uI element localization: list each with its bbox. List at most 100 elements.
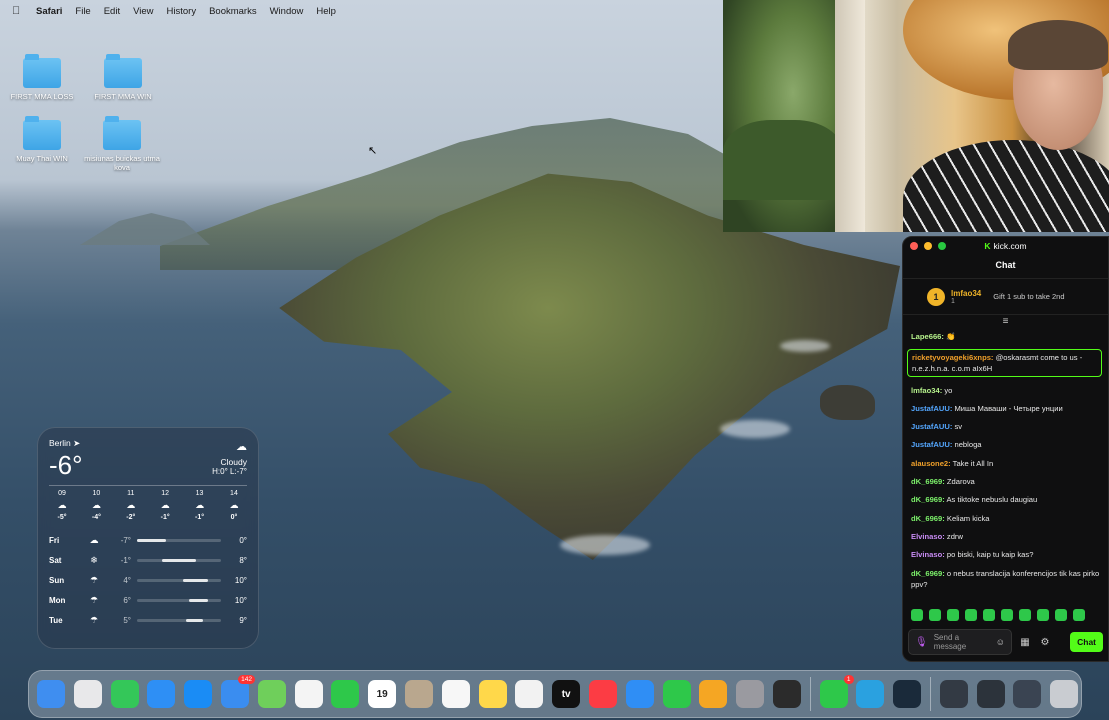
day-high: 0°: [239, 536, 247, 546]
messages-icon[interactable]: [110, 680, 139, 708]
whatsapp-icon[interactable]: 1: [819, 675, 854, 708]
apple-tv-icon[interactable]: tv: [552, 680, 581, 708]
safari-icon[interactable]: [147, 680, 176, 708]
finder-icon[interactable]: [37, 680, 65, 708]
system-settings-icon[interactable]: [736, 680, 765, 708]
temp-range-bar: [137, 559, 221, 563]
emote-icon[interactable]: [1055, 609, 1067, 621]
emote-icon[interactable]: [911, 609, 923, 621]
chat-message: dK_6969: Zdarova: [911, 476, 1100, 487]
desktop-folder[interactable]: misiunas buickas utma kova: [81, 116, 163, 172]
contacts-icon[interactable]: [404, 680, 433, 708]
apple-menu-icon[interactable]: : [12, 5, 24, 17]
chat-text: Keliam kicka: [946, 513, 990, 523]
numbers-icon[interactable]: [662, 680, 691, 708]
maps-icon[interactable]: [257, 680, 286, 708]
menu-help[interactable]: Help: [316, 6, 336, 17]
mail-icon[interactable]: 142: [220, 675, 255, 708]
day-low: 4°: [123, 575, 131, 585]
folder-icon: [23, 54, 61, 88]
menu-app-name[interactable]: Safari: [36, 6, 62, 17]
gift-leaderboard[interactable]: 1 lmfao34 1 Gift 1 sub to take 2nd: [903, 279, 1108, 315]
cloud-icon: ☁: [57, 500, 67, 510]
facetime-icon[interactable]: [331, 680, 360, 708]
gift-store-icon[interactable]: ▦: [1018, 637, 1032, 648]
chat-username[interactable]: Lape666:: [911, 332, 944, 341]
chat-username[interactable]: Elvinaso:: [911, 532, 945, 541]
chat-text: nebloga: [954, 440, 982, 450]
hour-temp: -4°: [91, 514, 101, 521]
microphone-icon[interactable]: 🎙: [915, 637, 928, 648]
launchpad-icon[interactable]: [73, 680, 102, 708]
chat-username[interactable]: Elvinaso:: [911, 550, 945, 559]
menu-bookmarks[interactable]: Bookmarks: [209, 6, 257, 17]
notes-icon[interactable]: [478, 680, 507, 708]
chat-username[interactable]: JustafAUU:: [911, 404, 952, 413]
chat-username[interactable]: dK_6969:: [911, 569, 945, 578]
desktop-folder[interactable]: FIRST MMA WIN: [83, 54, 163, 101]
chat-text: Take it All In: [952, 458, 994, 468]
emote-icon[interactable]: [1019, 609, 1031, 621]
chat-messages: Lape666: 👏 ricketyvoyageki6xnps: @oskaras…: [903, 329, 1108, 599]
folder-label: FIRST MMA LOSS: [10, 92, 74, 101]
menu-edit[interactable]: Edit: [104, 6, 120, 17]
wallpaper-surf: [560, 535, 650, 555]
cloud-icon: ☁: [195, 500, 205, 510]
weather-widget[interactable]: Berlin ➤ -6° ☁ Cloudy H:0° L:-7° 09 ☁ -5° …: [37, 427, 259, 649]
hour-label: 10: [92, 490, 101, 497]
menu-window[interactable]: Window: [270, 6, 304, 17]
emote-icon[interactable]: [1073, 609, 1085, 621]
chat-username[interactable]: JustafAUU:: [911, 422, 952, 431]
telegram-icon[interactable]: [856, 680, 885, 708]
temp-range-fill: [162, 559, 196, 563]
obs-icon[interactable]: [772, 680, 801, 708]
desktop-folder[interactable]: Muay Thai WIN: [2, 116, 82, 163]
menu-file[interactable]: File: [75, 6, 90, 17]
app-store-icon[interactable]: [184, 680, 213, 708]
reminders-icon[interactable]: [441, 680, 470, 708]
pages-icon[interactable]: [699, 680, 728, 708]
chat-username[interactable]: alausone2:: [911, 459, 951, 468]
menu-view[interactable]: View: [133, 6, 153, 17]
weather-condition: Cloudy: [220, 457, 247, 467]
calendar-icon[interactable]: 19: [368, 680, 397, 708]
hourly-item: 12 ☁ -1°: [152, 490, 178, 521]
music-icon[interactable]: [588, 680, 617, 708]
hour-temp: 0°: [230, 514, 238, 521]
keynote-icon[interactable]: [625, 680, 654, 708]
trash-icon[interactable]: [1050, 680, 1079, 708]
league-of-legends-icon[interactable]: [893, 680, 922, 708]
chat-username[interactable]: dK_6969:: [911, 495, 945, 504]
chat-username[interactable]: lmfao34:: [911, 386, 942, 395]
photos-icon[interactable]: [294, 680, 323, 708]
webcam-overlay: [723, 0, 1109, 232]
dock-separator: [929, 677, 931, 711]
chat-username[interactable]: dK_6969:: [911, 477, 945, 486]
recent-window-icon[interactable]: [939, 680, 968, 708]
emote-icon[interactable]: [1001, 609, 1013, 621]
daily-row: Sun ☂ 4° 10°: [49, 571, 247, 591]
day-name: Sat: [49, 556, 62, 566]
recent-window-icon-3[interactable]: [1013, 680, 1042, 708]
webcam-hedge: [723, 120, 843, 200]
emote-icon[interactable]: [1037, 609, 1049, 621]
send-chat-button[interactable]: Chat: [1070, 632, 1103, 652]
emoji-icon[interactable]: ☺: [996, 637, 1005, 647]
recent-window-icon-2[interactable]: [976, 680, 1005, 708]
emote-icon[interactable]: [947, 609, 959, 621]
settings-gear-icon[interactable]: ⚙: [1038, 637, 1052, 648]
menu-history[interactable]: History: [167, 6, 197, 17]
site-title: kick.com: [993, 241, 1027, 251]
chat-message-input[interactable]: 🎙 Send a message ☺: [908, 629, 1012, 655]
emote-icon[interactable]: [965, 609, 977, 621]
emote-icon[interactable]: [983, 609, 995, 621]
freeform-icon[interactable]: [515, 680, 544, 708]
pinned-toggle-icon[interactable]: ≡: [903, 315, 1108, 329]
chat-placeholder: Send a message: [933, 633, 967, 651]
desktop-folder[interactable]: FIRST MMA LOSS: [2, 54, 82, 101]
chat-username[interactable]: ricketyvoyageki6xnps:: [912, 353, 993, 362]
emote-icon[interactable]: [929, 609, 941, 621]
chat-username[interactable]: JustafAUU:: [911, 440, 952, 449]
chat-username[interactable]: dK_6969:: [911, 514, 945, 523]
temp-range-bar: [137, 598, 221, 602]
